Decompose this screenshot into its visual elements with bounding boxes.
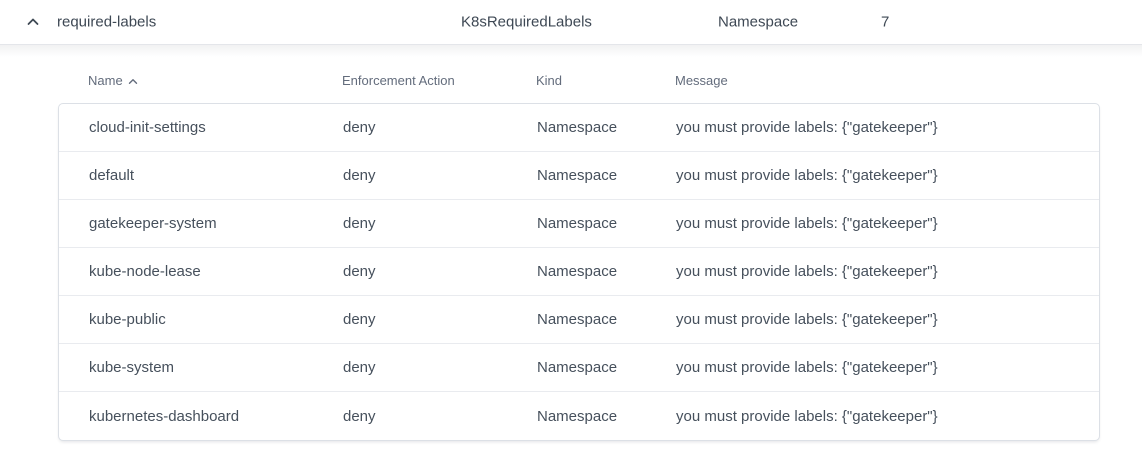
column-header-name[interactable]: Name	[58, 72, 342, 90]
column-header-label: Message	[675, 72, 728, 90]
constraint-group-header[interactable]: required-labels K8sRequiredLabels Namesp…	[0, 0, 1142, 45]
table-row: gatekeeper-systemdenyNamespaceyou must p…	[59, 200, 1099, 248]
sort-ascending-icon	[128, 78, 138, 85]
cell-message: you must provide labels: {"gatekeeper"}	[676, 359, 1099, 376]
cell-enforcement_action: deny	[343, 263, 537, 280]
cell-enforcement_action: deny	[343, 167, 537, 184]
cell-name: kube-system	[59, 359, 343, 376]
cell-name: kube-public	[59, 311, 343, 328]
column-header-label: Name	[88, 72, 123, 90]
cell-kind: Namespace	[537, 408, 676, 425]
table-row: kubernetes-dashboarddenyNamespaceyou mus…	[59, 392, 1099, 440]
cell-enforcement_action: deny	[343, 119, 537, 136]
table-row: kube-node-leasedenyNamespaceyou must pro…	[59, 248, 1099, 296]
table-row: kube-systemdenyNamespaceyou must provide…	[59, 344, 1099, 392]
cell-kind: Namespace	[537, 263, 676, 280]
cell-kind: Namespace	[537, 215, 676, 232]
chevron-up-icon[interactable]	[26, 15, 40, 29]
cell-kind: Namespace	[537, 119, 676, 136]
constraint-target-kind: Namespace	[718, 14, 798, 31]
violation-count: 7	[881, 14, 889, 31]
cell-name: kubernetes-dashboard	[59, 408, 343, 425]
cell-enforcement_action: deny	[343, 408, 537, 425]
constraint-template-kind: K8sRequiredLabels	[461, 14, 592, 31]
violations-table: cloud-init-settingsdenyNamespaceyou must…	[58, 103, 1100, 441]
column-header-kind[interactable]: Kind	[536, 72, 675, 90]
cell-message: you must provide labels: {"gatekeeper"}	[676, 311, 1099, 328]
cell-name: kube-node-lease	[59, 263, 343, 280]
cell-kind: Namespace	[537, 359, 676, 376]
cell-kind: Namespace	[537, 167, 676, 184]
cell-kind: Namespace	[537, 311, 676, 328]
table-row: kube-publicdenyNamespaceyou must provide…	[59, 296, 1099, 344]
constraint-detail-section: Name Enforcement Action Kind Message cloud-…	[0, 45, 1142, 468]
column-header-row: Name Enforcement Action Kind Message	[58, 72, 1100, 90]
cell-message: you must provide labels: {"gatekeeper"}	[676, 215, 1099, 232]
column-header-label: Enforcement Action	[342, 72, 455, 90]
cell-message: you must provide labels: {"gatekeeper"}	[676, 167, 1099, 184]
constraint-violations-page: required-labels K8sRequiredLabels Namesp…	[0, 0, 1142, 469]
table-row: cloud-init-settingsdenyNamespaceyou must…	[59, 104, 1099, 152]
cell-enforcement_action: deny	[343, 359, 537, 376]
cell-name: gatekeeper-system	[59, 215, 343, 232]
cell-name: default	[59, 167, 343, 184]
column-header-label: Kind	[536, 72, 562, 90]
cell-name: cloud-init-settings	[59, 119, 343, 136]
column-header-message[interactable]: Message	[675, 72, 1100, 90]
column-header-enforcement_action[interactable]: Enforcement Action	[342, 72, 536, 90]
table-row: defaultdenyNamespaceyou must provide lab…	[59, 152, 1099, 200]
cell-enforcement_action: deny	[343, 311, 537, 328]
cell-enforcement_action: deny	[343, 215, 537, 232]
cell-message: you must provide labels: {"gatekeeper"}	[676, 119, 1099, 136]
cell-message: you must provide labels: {"gatekeeper"}	[676, 408, 1099, 425]
cell-message: you must provide labels: {"gatekeeper"}	[676, 263, 1099, 280]
constraint-name: required-labels	[57, 14, 156, 31]
